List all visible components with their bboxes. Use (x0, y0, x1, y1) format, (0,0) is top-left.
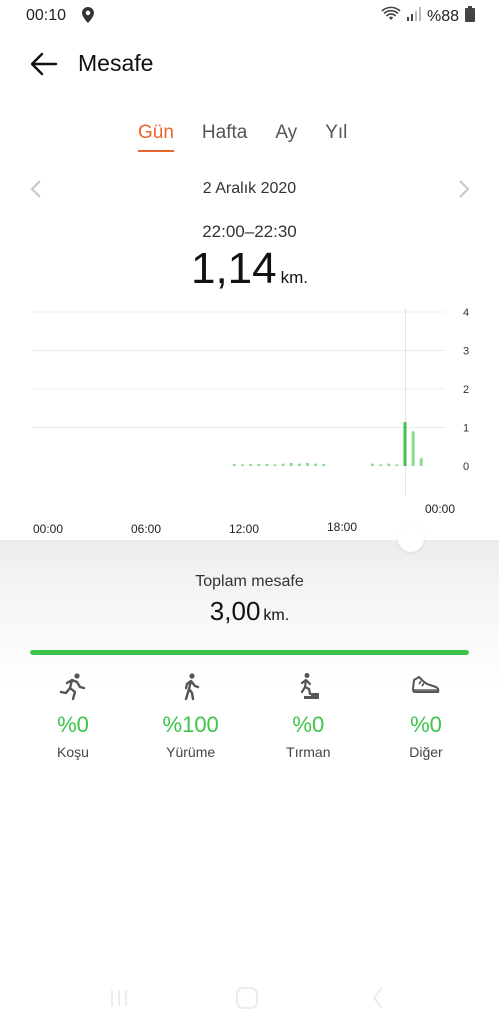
wifi-icon (381, 6, 401, 27)
climbing-percent: %0 (292, 712, 325, 737)
category-other: %0 Diğer (371, 672, 481, 760)
chart-bar (411, 431, 415, 466)
chart-bar (281, 463, 285, 466)
shoe-icon (411, 676, 440, 693)
system-nav-bar (111, 987, 383, 1009)
y-tick-label: 4 (463, 307, 469, 319)
chart-bar (289, 462, 293, 466)
climbing-label: Tırman (286, 744, 331, 760)
recent-apps-icon[interactable] (111, 990, 127, 1006)
total-distance: 3,00 km. (0, 596, 499, 627)
back-button[interactable] (28, 48, 60, 80)
distance-progress-bar (30, 650, 469, 655)
status-right: %88 (381, 6, 475, 27)
category-climbing: %0 Tırman (253, 672, 363, 760)
tab-week[interactable]: Hafta (194, 118, 255, 152)
tab-month[interactable]: Ay (267, 118, 305, 152)
chart-bar (322, 464, 326, 466)
timeline-scrubber-handle[interactable] (398, 526, 424, 552)
chart-bar (371, 463, 374, 466)
chart-bar (387, 463, 391, 466)
activity-breakdown: %0 Koşu %100 Yürüme %0 Tırman %0 Diğer (18, 672, 481, 760)
walking-label: Yürüme (166, 744, 216, 760)
status-bar: 00:10 %88 (0, 0, 499, 32)
battery-level: %88 (426, 7, 459, 25)
status-time: 00:10 (26, 7, 67, 24)
arrow-left-icon (30, 52, 58, 76)
running-icon (59, 673, 86, 700)
chart-bar (257, 464, 261, 466)
current-date: 2 Aralık 2020 (202, 180, 297, 197)
walking-icon (184, 673, 199, 700)
y-tick-label: 0 (463, 461, 469, 473)
chart-bar (379, 464, 383, 466)
chart-bar (249, 464, 253, 466)
selected-distance-unit: km. (280, 268, 309, 287)
running-percent: %0 (57, 712, 89, 737)
x-tick-label: 12:00 (229, 522, 259, 536)
chart-bar (403, 422, 407, 466)
selected-distance: 1,14 km. (0, 244, 499, 294)
chart-bar (241, 464, 244, 466)
signal-icon (406, 7, 421, 26)
total-distance-unit: km. (263, 607, 290, 624)
period-tabs: Gün Hafta Ay Yıl (130, 118, 367, 152)
home-icon[interactable] (236, 987, 258, 1009)
walking-percent: %100 (162, 712, 219, 737)
tab-year[interactable]: Yıl (317, 118, 355, 152)
selected-distance-value: 1,14 (190, 244, 277, 293)
category-walking: %100 Yürüme (136, 672, 246, 760)
distance-chart[interactable]: 4 3 2 1 0 00:00 06:00 12:00 18:00 00:00 (0, 300, 499, 540)
chart-bar (273, 464, 277, 466)
chart-bar (395, 464, 399, 466)
x-tick-label: 06:00 (131, 522, 161, 536)
tab-day[interactable]: Gün (130, 118, 182, 152)
total-distance-label: Toplam mesafe (195, 573, 304, 590)
x-tick-label: 18:00 (327, 520, 357, 534)
total-distance-value: 3,00 (209, 596, 261, 626)
x-tick-label: 00:00 (425, 502, 455, 516)
back-nav-icon[interactable] (372, 987, 383, 1009)
chart-bar (265, 464, 269, 466)
chevron-right-icon (459, 180, 470, 198)
y-tick-label: 3 (463, 346, 469, 358)
climbing-icon (297, 673, 320, 699)
running-label: Koşu (57, 744, 89, 760)
y-tick-label: 2 (463, 384, 469, 396)
next-day-button[interactable] (452, 178, 474, 200)
other-label: Diğer (409, 744, 443, 760)
selected-time-range: 22:00–22:30 (202, 222, 297, 241)
y-tick-label: 1 (463, 423, 469, 435)
chart-bar (314, 463, 318, 466)
location-icon (82, 7, 94, 28)
chart-bar (306, 462, 309, 466)
chart-bar (232, 464, 236, 466)
battery-icon (465, 6, 475, 27)
distance-progress-fill (30, 650, 469, 655)
category-running: %0 Koşu (18, 672, 128, 760)
page-title: Mesafe (78, 50, 154, 76)
other-percent: %0 (410, 712, 442, 737)
x-tick-label: 00:00 (33, 522, 63, 536)
chart-bar (297, 463, 301, 466)
chart-bar (419, 458, 423, 466)
